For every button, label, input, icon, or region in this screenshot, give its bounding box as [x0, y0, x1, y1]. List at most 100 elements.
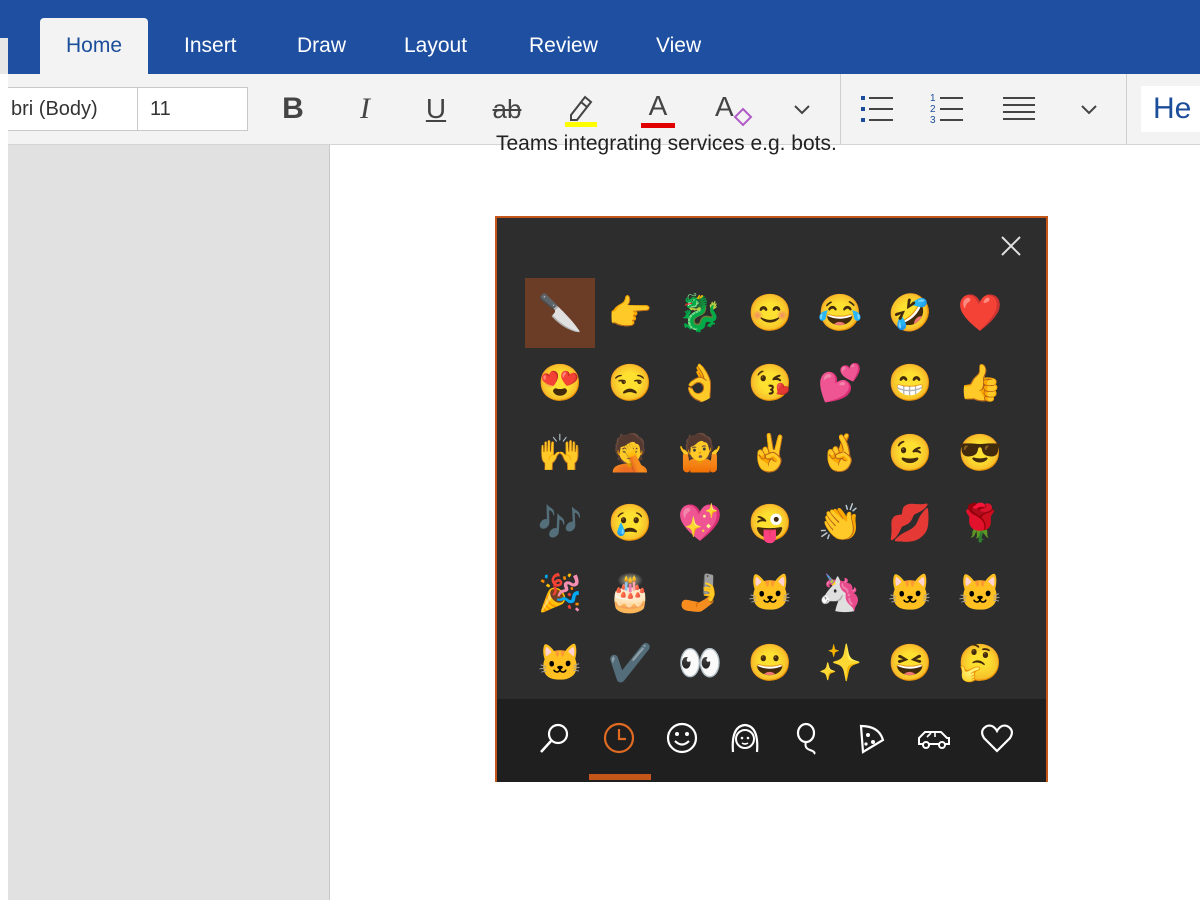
- balloon-icon: [796, 722, 816, 755]
- pizza-icon: [859, 724, 885, 754]
- tab-view[interactable]: View: [630, 18, 727, 74]
- active-category-indicator: [589, 774, 651, 780]
- emoji-cell[interactable]: 😢: [595, 488, 665, 558]
- chevron-down-icon: [794, 105, 810, 115]
- category-recent[interactable]: [591, 715, 647, 761]
- more-paragraph-options-button[interactable]: [1067, 87, 1111, 131]
- emoji-cell[interactable]: 🤳: [665, 558, 735, 628]
- emoji-cell[interactable]: 🤦: [595, 418, 665, 488]
- emoji-cell[interactable]: 🐱: [875, 558, 945, 628]
- emoji-picker-panel: 🔪 👉 🐉 😊 😂 🤣 ❤️ 😍 😒 👌 😘 💕 😁 👍 🙌 🤦 🤷 ✌️ 🤞 😉 😎 🎶 😢 💖 😜 👏 💋 🌹 🎉 🎂 🤳 🐱 🦄 🐱 🐱 🐱 ✔️…: [495, 216, 1048, 782]
- emoji-cell[interactable]: 😂: [805, 278, 875, 348]
- emoji-cell[interactable]: 😊: [735, 278, 805, 348]
- font-color-icon: A: [648, 89, 668, 121]
- toolbar-separator: [840, 74, 841, 144]
- category-symbols[interactable]: [969, 715, 1025, 761]
- emoji-cell[interactable]: 🌹: [945, 488, 1015, 558]
- tab-draw[interactable]: Draw: [271, 18, 372, 74]
- ribbon-edge: [0, 38, 8, 74]
- emoji-cell[interactable]: 💋: [875, 488, 945, 558]
- emoji-cell[interactable]: 🐉: [665, 278, 735, 348]
- font-name-field[interactable]: bri (Body): [0, 87, 138, 131]
- emoji-cell[interactable]: ✨: [805, 628, 875, 698]
- emoji-cell[interactable]: 💕: [805, 348, 875, 418]
- chevron-down-icon: [1081, 105, 1097, 115]
- heart-icon: [980, 724, 1014, 753]
- emoji-cell[interactable]: 🤷: [665, 418, 735, 488]
- bullet-list-icon: [861, 96, 893, 122]
- svg-text:3: 3: [930, 115, 936, 126]
- tab-layout[interactable]: Layout: [378, 18, 493, 74]
- emoji-cell[interactable]: 🎉: [525, 558, 595, 628]
- navigation-pane: [8, 145, 330, 900]
- italic-button[interactable]: I: [343, 87, 387, 131]
- category-celebration[interactable]: [780, 715, 836, 761]
- emoji-cell[interactable]: 🎶: [525, 488, 595, 558]
- clear-formatting-letter: A: [715, 91, 734, 122]
- emoji-cell[interactable]: ✔️: [595, 628, 665, 698]
- emoji-cell[interactable]: 😎: [945, 418, 1015, 488]
- tab-insert[interactable]: Insert: [158, 18, 263, 74]
- italic-icon: I: [360, 92, 370, 125]
- category-search[interactable]: [527, 715, 583, 761]
- emoji-cell[interactable]: ❤️: [945, 278, 1015, 348]
- category-food[interactable]: [843, 715, 899, 761]
- emoji-cell[interactable]: 💖: [665, 488, 735, 558]
- tab-home[interactable]: Home: [40, 18, 149, 74]
- style-gallery-heading[interactable]: He: [1141, 86, 1200, 132]
- emoji-category-bar: [497, 699, 1046, 782]
- strikethrough-button[interactable]: ab: [485, 87, 529, 131]
- emoji-cell[interactable]: 🤔: [945, 628, 1015, 698]
- category-travel[interactable]: [906, 715, 962, 761]
- strikethrough-icon: ab: [492, 93, 522, 124]
- emoji-cell[interactable]: 😉: [875, 418, 945, 488]
- emoji-cell[interactable]: 🐱: [945, 558, 1015, 628]
- emoji-cell[interactable]: 😆: [875, 628, 945, 698]
- underline-icon: U: [425, 93, 447, 124]
- bold-button[interactable]: B: [271, 87, 315, 131]
- tab-review[interactable]: Review: [503, 18, 624, 74]
- emoji-cell[interactable]: 👍: [945, 348, 1015, 418]
- emoji-cell[interactable]: 👉: [595, 278, 665, 348]
- document-text-line[interactable]: Teams integrating services e.g. bots.: [496, 130, 837, 158]
- highlight-button[interactable]: [559, 87, 603, 131]
- svg-text:1: 1: [930, 93, 936, 104]
- bullets-button[interactable]: [855, 87, 899, 131]
- emoji-cell[interactable]: 🙌: [525, 418, 595, 488]
- category-smileys[interactable]: [654, 715, 710, 761]
- align-left-icon: [1003, 97, 1035, 120]
- font-size-field[interactable]: 11: [137, 87, 248, 131]
- emoji-cell[interactable]: 👏: [805, 488, 875, 558]
- emoji-cell[interactable]: 🤞: [805, 418, 875, 488]
- close-button[interactable]: [995, 230, 1027, 262]
- emoji-cell[interactable]: 😀: [735, 628, 805, 698]
- emoji-cell[interactable]: 🎂: [595, 558, 665, 628]
- emoji-cell[interactable]: 😁: [875, 348, 945, 418]
- highlighter-icon: [565, 95, 597, 127]
- numbering-button[interactable]: 1 2 3: [925, 87, 969, 131]
- emoji-cell[interactable]: ✌️: [735, 418, 805, 488]
- emoji-cell[interactable]: 👌: [665, 348, 735, 418]
- align-left-button[interactable]: [997, 87, 1041, 131]
- emoji-cell[interactable]: 🐱: [525, 628, 595, 698]
- emoji-cell[interactable]: 🐱: [735, 558, 805, 628]
- emoji-cell[interactable]: 🔪: [525, 278, 595, 348]
- toolbar-separator: [1126, 74, 1127, 144]
- smiley-icon: [666, 722, 698, 754]
- emoji-cell[interactable]: 🤣: [875, 278, 945, 348]
- emoji-cell[interactable]: 😒: [595, 348, 665, 418]
- window-edge: [0, 74, 8, 900]
- underline-button[interactable]: U: [414, 87, 458, 131]
- emoji-cell[interactable]: 🦄: [805, 558, 875, 628]
- emoji-cell[interactable]: 😍: [525, 348, 595, 418]
- eraser-icon: [733, 107, 753, 127]
- emoji-cell[interactable]: 😜: [735, 488, 805, 558]
- category-people[interactable]: [717, 715, 773, 761]
- font-color-button[interactable]: A: [636, 87, 680, 131]
- more-font-options-button[interactable]: [780, 87, 824, 131]
- emoji-cell[interactable]: 👀: [665, 628, 735, 698]
- numbered-list-icon: 1 2 3: [930, 93, 963, 126]
- clear-formatting-button[interactable]: A: [711, 87, 755, 131]
- emoji-cell[interactable]: 😘: [735, 348, 805, 418]
- clear-formatting-icon: A: [713, 89, 753, 129]
